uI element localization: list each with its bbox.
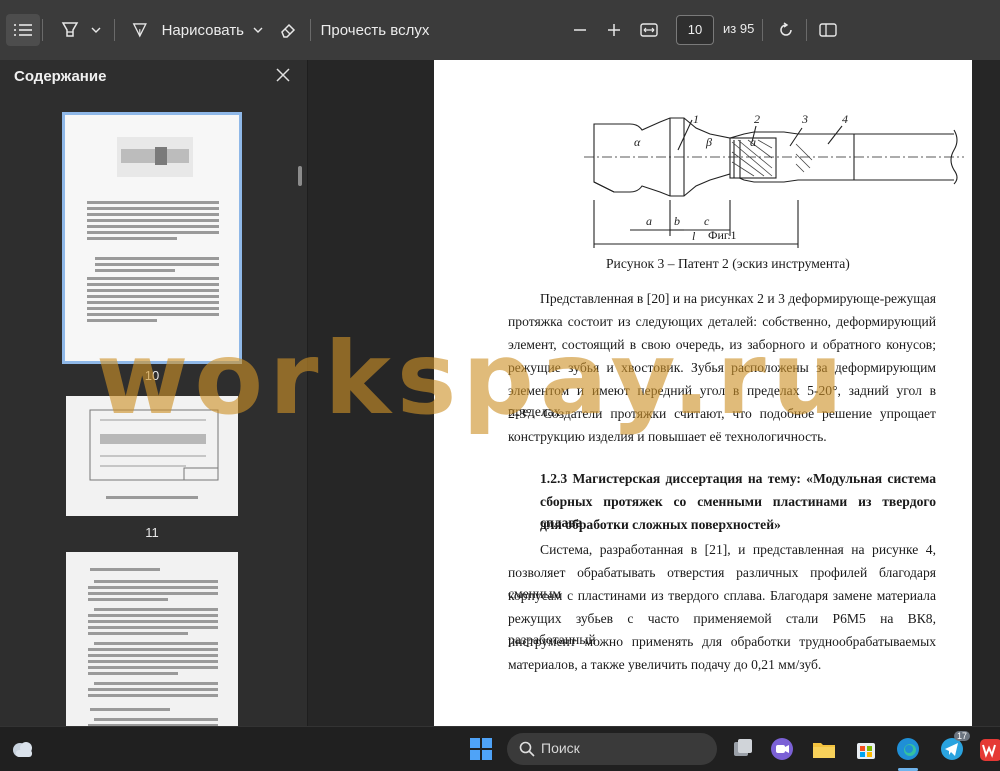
minus-icon — [574, 29, 586, 31]
paragraph-line: Представленная в [20] и на рисунках 2 и … — [540, 291, 936, 306]
paragraph-line: режущие зубья и хвостовик. Зубья располо… — [508, 360, 936, 375]
close-icon — [276, 68, 290, 82]
thumbnail-page-number: 11 — [145, 525, 159, 540]
highlighter-icon — [61, 22, 79, 37]
wps-office-button[interactable] — [978, 735, 1000, 763]
dim-c: c — [704, 214, 710, 228]
chevron-down-icon — [253, 27, 263, 33]
fit-width-icon — [640, 23, 658, 37]
two-page-icon — [819, 23, 837, 37]
page-view-button[interactable] — [814, 14, 842, 46]
dim-alpha: α — [634, 135, 641, 149]
thumbnail-page-10[interactable] — [62, 112, 242, 364]
sidebar-scrollbar[interactable] — [298, 166, 302, 186]
figure-number-4: 4 — [842, 112, 848, 126]
fit-width-button[interactable] — [634, 14, 664, 46]
paragraph-line: Система, разработанная в [21], и предста… — [540, 542, 936, 557]
taskbar-search[interactable]: Поиск — [507, 733, 717, 765]
list-icon — [14, 24, 32, 36]
zoom-out-button[interactable] — [566, 14, 594, 46]
edge-browser-button[interactable] — [894, 735, 922, 763]
dim-b: b — [674, 214, 680, 228]
paragraph-line: конструкцию изделия и повышает её технол… — [508, 429, 827, 444]
page-total: из 95 — [723, 21, 755, 36]
contents-panel: Содержание 10 11 — [0, 60, 308, 726]
thumbnail-preview — [88, 568, 218, 726]
dim-l: l — [692, 229, 696, 243]
draw-dropdown[interactable] — [248, 14, 268, 46]
notification-badge: 17 — [954, 731, 971, 741]
contents-toggle-button[interactable] — [6, 14, 40, 46]
edge-icon — [897, 738, 919, 760]
paragraph-line: 2-3°. Создатели протяжки считают, что по… — [508, 406, 936, 421]
plus-icon — [608, 24, 620, 36]
paragraph-line: инструмент можно применять для обработки… — [508, 634, 936, 649]
figure-caption: Рисунок 3 – Патент 2 (эскиз инструмента) — [606, 256, 850, 271]
thumbnail-preview — [87, 137, 219, 322]
figure-number-3: 3 — [801, 112, 808, 126]
thumbnail-page-12[interactable] — [66, 552, 238, 726]
highlight-dropdown[interactable] — [86, 14, 106, 46]
thumbnail-page-number: 10 — [144, 368, 160, 383]
thumbnail-page-11[interactable] — [66, 396, 238, 516]
document-page: 1 2 3 4 a b c l α β a Фиг.1 Рисунок 3 – … — [434, 60, 972, 726]
weather-widget[interactable] — [10, 737, 36, 761]
folder-icon — [813, 743, 835, 758]
document-view[interactable]: 1 2 3 4 a b c l α β a Фиг.1 Рисунок 3 – … — [308, 60, 1000, 726]
task-view-button[interactable] — [728, 735, 756, 763]
pdf-viewer-window: Нарисовать Прочесть вслух 10 из 95 Содер… — [0, 0, 1000, 771]
toolbar: Нарисовать Прочесть вслух 10 из 95 — [0, 0, 1000, 60]
paragraph-line: протяжка состоит из следующих деталей: с… — [508, 314, 936, 329]
dim-a: a — [646, 214, 652, 228]
file-explorer-button[interactable] — [810, 735, 838, 763]
eraser-icon — [281, 23, 296, 38]
thumbnail-preview — [89, 409, 219, 499]
read-aloud-button[interactable]: Прочесть вслух — [320, 14, 430, 46]
video-app-button[interactable] — [768, 735, 796, 763]
paragraph-line: материалов, а также увеличить подачу до … — [508, 657, 822, 672]
paragraph-line: элемент, состоящий в свою очередь, из за… — [508, 337, 936, 352]
store-icon — [857, 743, 875, 759]
start-button[interactable] — [468, 736, 494, 762]
telegram-button[interactable]: 17 — [938, 731, 971, 763]
search-label: Поиск — [541, 740, 580, 756]
dim-beta: β — [705, 135, 712, 149]
camera-icon — [771, 738, 793, 760]
page-number-input[interactable]: 10 — [676, 15, 714, 45]
zoom-in-button[interactable] — [600, 14, 628, 46]
figure-label: Фиг.1 — [708, 228, 737, 242]
draw-label: Нарисовать — [161, 21, 244, 39]
highlight-button[interactable] — [56, 14, 84, 46]
eraser-button[interactable] — [274, 14, 302, 46]
contents-title: Содержание — [14, 68, 107, 85]
patent-drawing: 1 2 3 4 a b c l α β a — [584, 112, 964, 248]
rotate-button[interactable] — [772, 14, 800, 46]
read-aloud-label: Прочесть вслух — [320, 21, 430, 39]
windows-icon — [470, 738, 492, 760]
dim-a2: a — [750, 135, 756, 149]
cloud-icon — [13, 742, 32, 757]
taskbar: Поиск 17 — [0, 726, 1000, 771]
close-contents-button[interactable] — [272, 64, 294, 86]
wps-icon — [980, 739, 1000, 761]
section-heading-line: для обработки сложных поверхностей» — [540, 517, 781, 532]
figure-number-2: 2 — [754, 112, 760, 126]
paragraph-line: корпусам с пластинами из твердого сплава… — [508, 588, 936, 603]
figure-number-1: 1 — [693, 112, 699, 126]
pen-icon — [132, 23, 147, 38]
store-button[interactable] — [852, 735, 880, 763]
chevron-down-icon — [91, 27, 101, 33]
draw-button[interactable]: Нарисовать — [128, 14, 244, 46]
search-icon — [519, 741, 535, 757]
section-heading-line: 1.2.3 Магистерская диссертация на тему: … — [540, 471, 936, 486]
task-view-icon — [734, 739, 752, 756]
rotate-icon — [780, 22, 792, 36]
